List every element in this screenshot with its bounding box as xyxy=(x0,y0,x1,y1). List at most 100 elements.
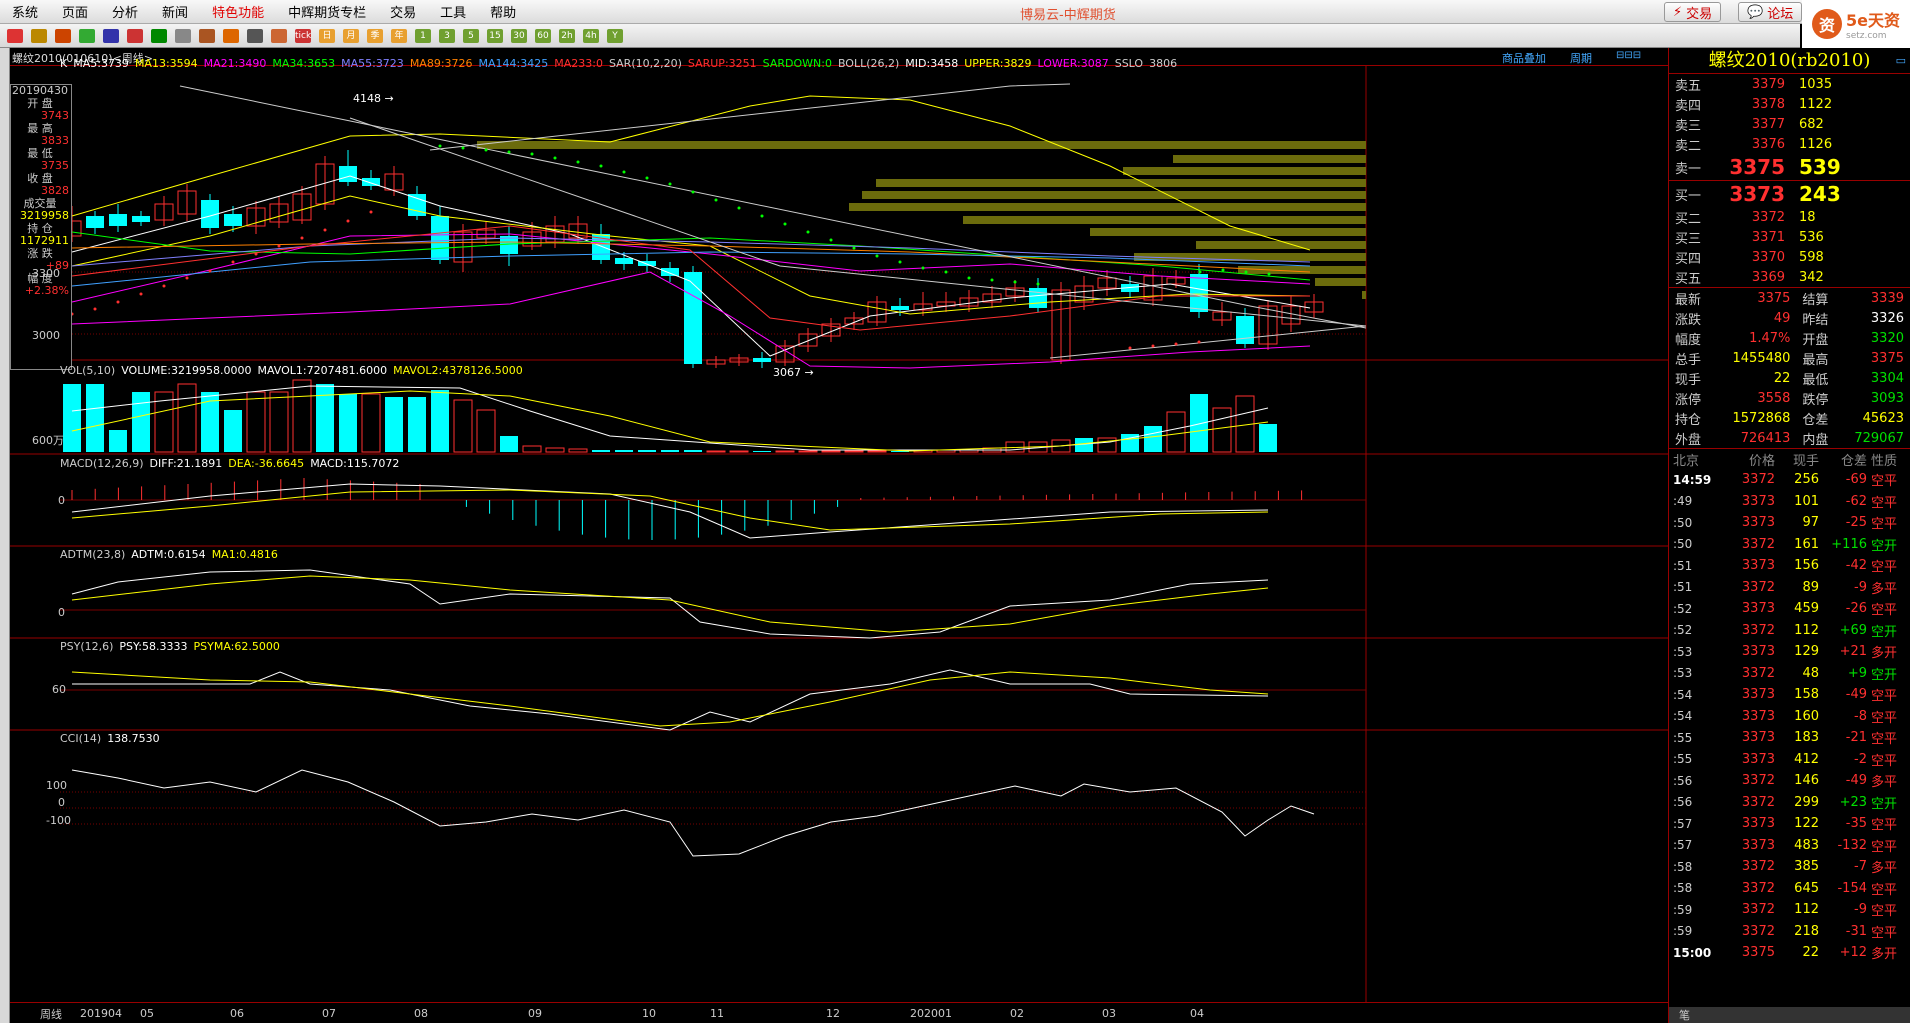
stat-value: 45623 xyxy=(1862,410,1904,426)
tick-row[interactable]: :51 3372 89 -9 多平 xyxy=(1669,577,1910,599)
tick-oi: -132 xyxy=(1837,837,1867,853)
tick-nature: 空平 xyxy=(1870,710,1897,726)
trade-button[interactable]: ⚡ 交易 xyxy=(1664,2,1722,22)
tick-row[interactable]: :55 3373 183 -21 空平 xyxy=(1669,727,1910,749)
period-button[interactable]: 周期 xyxy=(1570,50,1592,66)
kline-chart[interactable] xyxy=(10,66,1668,1002)
sar-dot xyxy=(162,284,166,288)
tick-oi: -2 xyxy=(1854,751,1867,767)
toolbar-icon-2[interactable] xyxy=(52,26,74,46)
toolbar-period-5[interactable]: 1 xyxy=(412,26,434,46)
window-controls-icon[interactable]: ⊟⊟⊟ xyxy=(1616,50,1641,61)
tick-row[interactable]: :53 3372 48 +9 空开 xyxy=(1669,663,1910,685)
menu-item-4[interactable]: 特色功能 xyxy=(200,2,276,21)
toolbar-icon-5[interactable] xyxy=(124,26,146,46)
tick-row[interactable]: :59 3372 218 -31 空平 xyxy=(1669,921,1910,943)
tick-row[interactable]: 15:00 3375 22 +12 多开 xyxy=(1669,942,1910,964)
stat-label: 外盘 xyxy=(1675,432,1702,448)
toolbar-period-11[interactable]: 2h xyxy=(556,26,578,46)
legend-main-item: MA55:3723 xyxy=(341,57,404,70)
menu-item-0[interactable]: 系统 xyxy=(0,2,50,21)
toolbar-period-1[interactable]: 日 xyxy=(316,26,338,46)
toolbar-period-3[interactable]: 季 xyxy=(364,26,386,46)
tick-row[interactable]: :53 3373 129 +21 多开 xyxy=(1669,641,1910,663)
legend-cci-item: CCI(14) xyxy=(60,732,102,745)
tick-oi: -9 xyxy=(1854,902,1867,918)
forum-button[interactable]: 💬 论坛 xyxy=(1738,2,1803,22)
sar-dot xyxy=(645,176,649,180)
tick-row[interactable]: :54 3373 160 -8 空平 xyxy=(1669,706,1910,728)
toolbar-icon-4[interactable] xyxy=(100,26,122,46)
toolbar-period-4[interactable]: 年 xyxy=(388,26,410,46)
stat-label: 结算 xyxy=(1802,292,1829,308)
tick-price: 3372 xyxy=(1741,536,1775,552)
toolbar-icon-10[interactable] xyxy=(244,26,266,46)
tick-row[interactable]: :57 3373 122 -35 空平 xyxy=(1669,813,1910,835)
tick-row[interactable]: :54 3373 158 -49 空平 xyxy=(1669,684,1910,706)
tick-list[interactable]: 14:59 3372 256 -69 空平:49 3373 101 -62 空平:50 3373 9… xyxy=(1669,469,1910,964)
menu-item-6[interactable]: 交易 xyxy=(378,2,428,21)
tick-qty: 161 xyxy=(1794,536,1819,552)
tick-oi: -35 xyxy=(1845,816,1867,832)
overlay-button[interactable]: 商品叠加 xyxy=(1502,50,1546,66)
tick-row[interactable]: :52 3372 112 +69 空开 xyxy=(1669,620,1910,642)
sar-dot xyxy=(369,210,373,214)
tick-row[interactable]: :49 3373 101 -62 空平 xyxy=(1669,491,1910,513)
tick-row[interactable]: 14:59 3372 256 -69 空平 xyxy=(1669,469,1910,491)
ask-row: 卖五 3379 1035 xyxy=(1669,74,1910,94)
tick-row[interactable]: :58 3372 645 -154 空平 xyxy=(1669,878,1910,900)
menu-item-8[interactable]: 帮助 xyxy=(478,2,528,21)
period-label[interactable]: 周线 xyxy=(40,1006,62,1022)
tick-row[interactable]: :56 3372 146 -49 多平 xyxy=(1669,770,1910,792)
ask-price: 3375 xyxy=(1729,155,1785,179)
toolbar-period-9[interactable]: 30 xyxy=(508,26,530,46)
toolbar-period-10[interactable]: 60 xyxy=(532,26,554,46)
toolbar-period-13[interactable]: Y xyxy=(604,26,626,46)
window-icon[interactable]: ▭ xyxy=(1896,48,1906,74)
tick-row[interactable]: :50 3372 161 +116 空开 xyxy=(1669,534,1910,556)
tick-nature: 空平 xyxy=(1870,753,1897,769)
toolbar-icon-9[interactable] xyxy=(220,26,242,46)
toolbar-icon-0[interactable] xyxy=(4,26,26,46)
tick-price: 3372 xyxy=(1741,859,1775,875)
menu-item-1[interactable]: 页面 xyxy=(50,2,100,21)
tick-row[interactable]: :56 3372 299 +23 空开 xyxy=(1669,792,1910,814)
toolbar-icon-3[interactable] xyxy=(76,26,98,46)
tick-row[interactable]: :55 3373 412 -2 空平 xyxy=(1669,749,1910,771)
menu-item-2[interactable]: 分析 xyxy=(100,2,150,21)
menu-item-3[interactable]: 新闻 xyxy=(150,2,200,21)
menu-item-5[interactable]: 中辉期货专栏 xyxy=(276,2,378,21)
toolbar-period-8[interactable]: 15 xyxy=(484,26,506,46)
toolbar-period-2[interactable]: 月 xyxy=(340,26,362,46)
toolbar-period-0[interactable]: tick xyxy=(292,26,314,46)
volume-bar xyxy=(545,447,565,453)
tick-row[interactable]: :58 3372 385 -7 多平 xyxy=(1669,856,1910,878)
cci-axis-100: 100 xyxy=(46,779,67,792)
toolbar-period-7[interactable]: 5 xyxy=(460,26,482,46)
toolbar-period-12[interactable]: 4h xyxy=(580,26,602,46)
bottom-tab[interactable]: 笔 xyxy=(1669,1007,1910,1023)
tick-row[interactable]: :59 3372 112 -9 空平 xyxy=(1669,899,1910,921)
tick-row[interactable]: :57 3373 483 -132 空平 xyxy=(1669,835,1910,857)
ask-label: 卖五 xyxy=(1675,78,1702,94)
toolbar-icon-7[interactable] xyxy=(172,26,194,46)
toolbar-icon-1[interactable] xyxy=(28,26,50,46)
toolbar-period-6[interactable]: 3 xyxy=(436,26,458,46)
period-2h-label: 2h xyxy=(559,28,575,43)
legend-cci-item: 138.7530 xyxy=(107,732,160,745)
tick-qty: 22 xyxy=(1802,945,1819,961)
chart-area[interactable]: 螺纹2010(010610)<周线> 商品叠加 周期 ⊟⊟⊟ 20190430 … xyxy=(10,48,1668,1023)
toolbar-icon-6[interactable] xyxy=(148,26,170,46)
bid-vol: 598 xyxy=(1799,249,1824,265)
tick-row[interactable]: :50 3373 97 -25 空平 xyxy=(1669,512,1910,534)
toolbar-icon-8[interactable] xyxy=(196,26,218,46)
tick-row[interactable]: :52 3373 459 -26 空平 xyxy=(1669,598,1910,620)
tick-row[interactable]: :51 3373 156 -42 空平 xyxy=(1669,555,1910,577)
toolbar-icon-11[interactable] xyxy=(268,26,290,46)
tick-qty: 48 xyxy=(1802,665,1819,681)
volume-bar xyxy=(1097,437,1117,453)
ask-row: 卖一 3375 539 xyxy=(1669,154,1910,180)
menu-item-7[interactable]: 工具 xyxy=(428,2,478,21)
tick-oi: +12 xyxy=(1839,945,1867,961)
tick-oi: -31 xyxy=(1845,923,1867,939)
